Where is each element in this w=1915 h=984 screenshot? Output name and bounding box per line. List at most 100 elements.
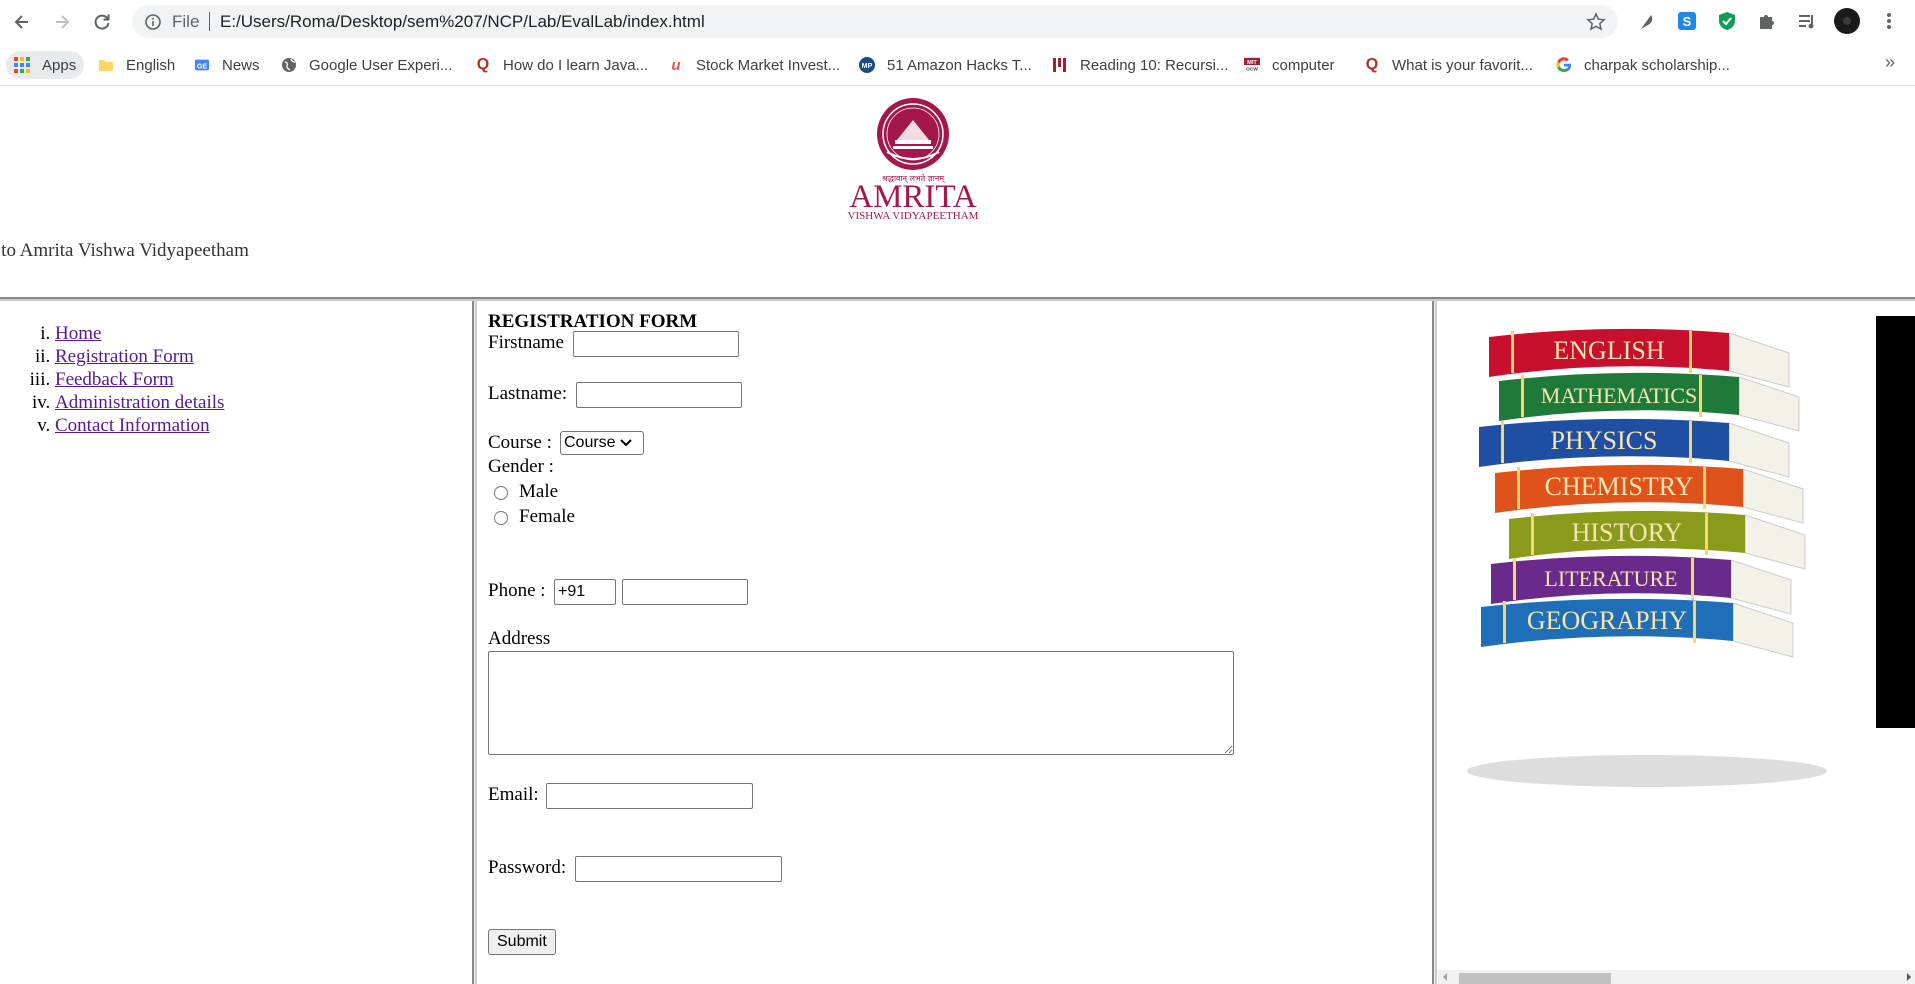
book-pages bbox=[1742, 468, 1804, 524]
profile-avatar[interactable] bbox=[1834, 8, 1860, 34]
extension-shield-icon[interactable] bbox=[1716, 10, 1738, 32]
google-news-icon: GE bbox=[194, 57, 210, 73]
book-spine-band bbox=[1705, 513, 1708, 555]
extension-skype-icon[interactable]: S bbox=[1676, 10, 1698, 32]
svg-text:MP: MP bbox=[862, 62, 873, 70]
extensions-puzzle-icon[interactable] bbox=[1756, 10, 1778, 32]
book-spines: ENGLISH MATHEMATICS PHYSICS CHEMISTRY HISTOR… bbox=[1479, 328, 1806, 658]
bookmark-english[interactable]: English bbox=[98, 51, 175, 79]
gender-female-radio[interactable] bbox=[494, 511, 508, 525]
book-spine-band bbox=[1689, 331, 1692, 373]
address-textarea[interactable] bbox=[488, 651, 1234, 755]
book-spine-band bbox=[1691, 558, 1694, 600]
book-spine-band bbox=[1531, 513, 1534, 555]
adjacent-image-edge bbox=[1876, 316, 1915, 728]
quora-icon: Q bbox=[476, 56, 490, 73]
bookmark-apps[interactable]: Apps bbox=[6, 51, 85, 79]
svg-text:S: S bbox=[1683, 14, 1692, 29]
extension-feather-icon[interactable] bbox=[1636, 10, 1658, 32]
book-spine-band bbox=[1693, 601, 1696, 643]
password-label: Password: bbox=[488, 857, 567, 878]
book-spine-band bbox=[1521, 375, 1524, 417]
forward-button[interactable] bbox=[50, 10, 74, 34]
bookmark-computer[interactable]: MIT OCW computer bbox=[1244, 51, 1335, 79]
book-pages bbox=[1744, 514, 1806, 570]
submit-button[interactable]: Submit bbox=[488, 929, 556, 955]
phone-code-input[interactable] bbox=[554, 579, 616, 605]
bookmark-charpak[interactable]: charpak scholarship... bbox=[1556, 51, 1730, 79]
scroll-left-arrow-icon[interactable] bbox=[1441, 973, 1449, 981]
book-spine-band bbox=[1513, 558, 1516, 600]
feedback-form-link[interactable]: Feedback Form bbox=[55, 369, 174, 390]
back-button[interactable] bbox=[10, 10, 34, 34]
phone-label: Phone : bbox=[488, 580, 546, 601]
contact-information-link[interactable]: Contact Information bbox=[55, 415, 210, 436]
firstname-input[interactable] bbox=[573, 331, 739, 357]
administration-details-link[interactable]: Administration details bbox=[55, 392, 224, 413]
book-spine-band bbox=[1511, 331, 1514, 373]
bookmark-news[interactable]: GE News bbox=[194, 51, 260, 79]
url-separator bbox=[209, 12, 210, 31]
bookmarks-bar: Apps English GE News Google User Experi.… bbox=[0, 44, 1915, 86]
book-spine-title: HISTORY bbox=[1572, 518, 1683, 547]
home-link[interactable]: Home bbox=[55, 323, 101, 344]
svg-text:OCW: OCW bbox=[1246, 67, 1258, 73]
form-frame: REGISTRATION FORM Firstname Lastname: Co… bbox=[477, 301, 1432, 984]
nav-frame: Home Registration Form Feedback Form Adm… bbox=[0, 301, 472, 984]
url-text[interactable]: E:/Users/Roma/Desktop/sem%207/NCP/Lab/Ev… bbox=[220, 12, 705, 32]
gender-female-label: Female bbox=[519, 506, 575, 527]
course-select[interactable]: Course bbox=[560, 431, 644, 455]
books-stack-image: ENGLISH MATHEMATICS PHYSICS CHEMISTRY HISTOR… bbox=[1467, 316, 1915, 787]
info-icon[interactable] bbox=[144, 13, 162, 31]
bookmark-label: News bbox=[222, 56, 260, 74]
gender-male-label: Male bbox=[519, 481, 559, 502]
password-input[interactable] bbox=[575, 856, 782, 882]
book-spine-title: MATHEMATICS bbox=[1541, 383, 1697, 408]
google-icon bbox=[1556, 57, 1572, 73]
reload-button[interactable] bbox=[90, 10, 114, 34]
book-spine-band bbox=[1689, 421, 1692, 463]
book-spine-band bbox=[1501, 421, 1504, 463]
gender-label: Gender : bbox=[488, 456, 554, 477]
avatar-icon bbox=[1834, 8, 1860, 34]
lastname-label: Lastname: bbox=[488, 383, 568, 404]
bookmark-stock-market[interactable]: u Stock Market Invest... bbox=[668, 51, 840, 79]
url-scheme: File bbox=[172, 12, 200, 31]
bookmark-quora-favorite[interactable]: Q What is your favorit... bbox=[1364, 51, 1533, 79]
scroll-right-arrow-icon[interactable] bbox=[1905, 973, 1913, 981]
registration-form-link[interactable]: Registration Form bbox=[55, 346, 194, 367]
svg-text:MIT: MIT bbox=[1247, 60, 1257, 66]
folder-icon bbox=[98, 57, 114, 73]
book-spine-title: ENGLISH bbox=[1553, 336, 1664, 365]
gender-male-radio[interactable] bbox=[494, 486, 508, 500]
book-spine-band bbox=[1503, 601, 1506, 643]
horizontal-scrollbar[interactable] bbox=[1437, 970, 1915, 984]
course-label: Course : bbox=[488, 432, 552, 453]
amrita-logo: श्रद्धावान् लभते ज्ञानम् AMRITA VISHWA V… bbox=[848, 98, 979, 220]
book-spine-band bbox=[1699, 375, 1702, 417]
book-spine-title: PHYSICS bbox=[1551, 426, 1658, 455]
bookmark-star-icon[interactable] bbox=[1586, 12, 1606, 32]
browser-menu-button[interactable] bbox=[1878, 10, 1900, 32]
globe-icon bbox=[281, 57, 297, 73]
scrollbar-thumb[interactable] bbox=[1459, 973, 1611, 984]
address-bar[interactable]: File E:/Users/Roma/Desktop/sem%207/NCP/L… bbox=[132, 5, 1618, 38]
book-spine-band bbox=[1517, 467, 1520, 509]
quora-icon: Q bbox=[1365, 56, 1379, 73]
bookmark-label: Reading 10: Recursi... bbox=[1080, 56, 1229, 74]
bookmark-google-ux[interactable]: Google User Experi... bbox=[281, 51, 452, 79]
mit-icon bbox=[1052, 57, 1068, 73]
bookmark-reading-10[interactable]: Reading 10: Recursi... bbox=[1052, 51, 1228, 79]
phone-number-input[interactable] bbox=[622, 579, 748, 605]
media-queue-icon[interactable] bbox=[1796, 10, 1818, 32]
course-selected-value: Course bbox=[564, 434, 616, 451]
marquee-text: e to Amrita Vishwa Vidyapeetham bbox=[0, 240, 249, 261]
lastname-input[interactable] bbox=[576, 382, 742, 408]
image-frame: ENGLISH MATHEMATICS PHYSICS CHEMISTRY HISTOR… bbox=[1437, 301, 1915, 984]
email-input[interactable] bbox=[546, 783, 753, 809]
bookmark-label: What is your favorit... bbox=[1392, 56, 1533, 74]
page-content: श्रद्धावान् लभते ज्ञानम् AMRITA VISHWA V… bbox=[0, 86, 1915, 984]
more-bookmarks-chevron-icon[interactable]: » bbox=[1885, 52, 1895, 73]
bookmark-amazon-hacks[interactable]: MP 51 Amazon Hacks T... bbox=[859, 51, 1032, 79]
bookmark-quora-java[interactable]: Q How do I learn Java... bbox=[475, 51, 648, 79]
